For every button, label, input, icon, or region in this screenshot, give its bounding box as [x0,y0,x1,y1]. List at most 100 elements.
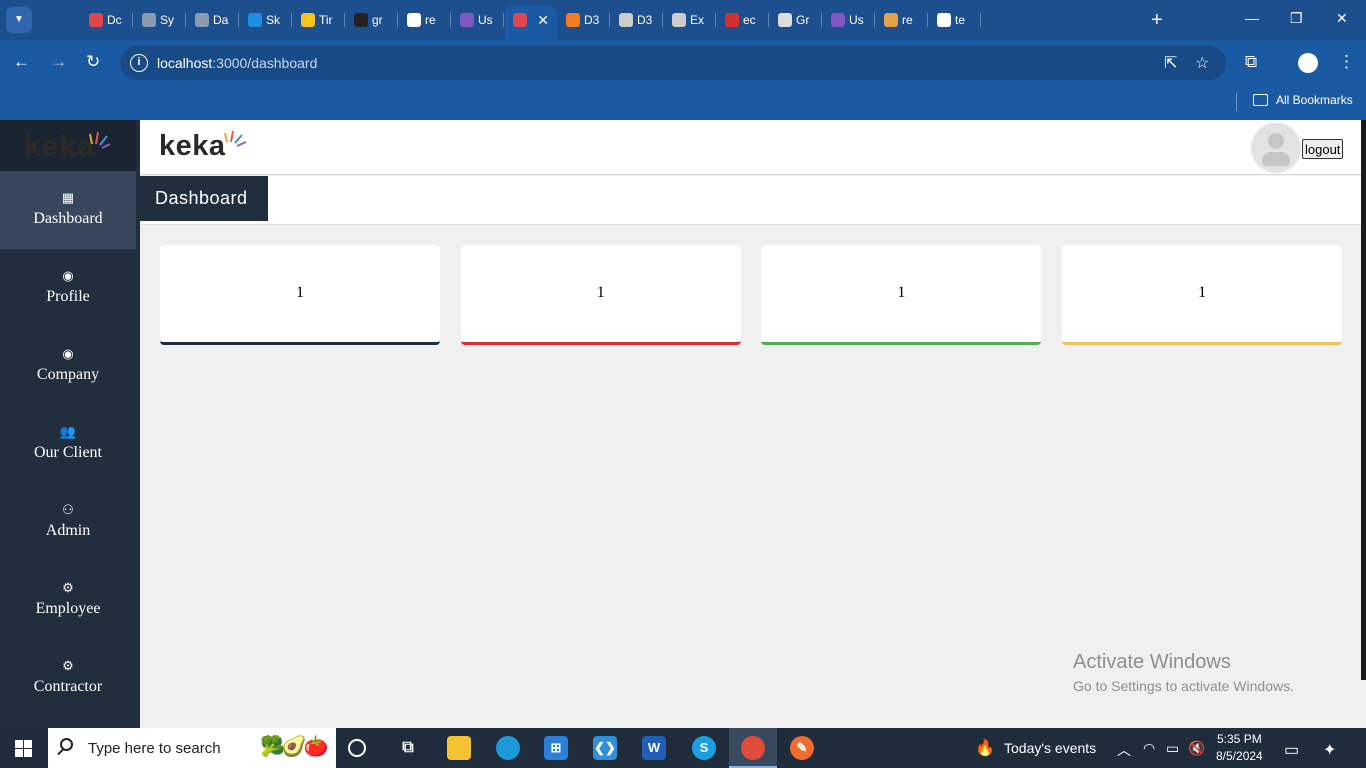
browser-tab[interactable]: re [399,6,451,34]
close-tab-icon[interactable]: ✕ [537,6,549,34]
browser-tab[interactable]: Tir [293,6,345,34]
browser-tab[interactable]: Us [452,6,504,34]
browser-tab-bar: ▼ Dc Sy Da Sk Tir gr re Us ✕ D3 D3 Ex ec Gr Us re te + —… [0,0,1366,40]
chrome-icon[interactable] [741,736,765,760]
open-in-app-icon[interactable]: ⇱ [1164,53,1177,73]
tab-separator [821,13,822,27]
clock-date: 8/5/2024 [1216,749,1263,763]
sidebar-item-label: Company [36,366,100,383]
tab-separator [503,13,504,27]
tab-separator [397,13,398,27]
extensions-icon[interactable]: ⧉ [1245,52,1257,72]
browser-tab[interactable]: D3 [611,6,663,34]
tab-search-button[interactable]: ▼ [6,7,32,33]
file-explorer-icon[interactable] [447,736,471,760]
tab-title: Us [849,13,864,27]
bookmarks-divider [1236,93,1237,111]
sidebar-item-label: Our Client [34,444,102,461]
tab-favicon-icon [248,13,262,27]
browser-tab[interactable]: ✕ [505,6,557,40]
browser-tab[interactable]: D3 [558,6,610,34]
sidebar-item-our-client[interactable]: 👥 Our Client [0,405,136,483]
task-view-icon[interactable]: ⧉ [396,736,420,760]
tab-separator [874,13,875,27]
reload-icon[interactable]: ↻ [86,52,100,72]
todays-events[interactable]: Today's events [1004,740,1096,756]
new-tab-button[interactable]: + [1151,8,1163,32]
tab-separator [132,13,133,27]
edge-icon[interactable] [496,736,520,760]
word-icon[interactable]: W [642,736,666,760]
browser-tab[interactable]: Dc [81,6,133,34]
tab-separator [715,13,716,27]
url-text[interactable]: localhost:3000/dashboard [157,55,317,71]
notifications-icon[interactable]: ▭ [1284,740,1299,760]
copilot-icon[interactable]: ✦ [1323,740,1336,760]
cortana-icon[interactable] [348,739,366,757]
address-bar[interactable]: i localhost:3000/dashboard ⇱ ☆ [120,46,1226,80]
battery-icon[interactable]: ▭ [1166,740,1179,757]
taskbar-search-box[interactable]: Type here to search 🥦🥑🍅 [48,728,336,768]
browser-tab[interactable]: Gr [770,6,822,34]
network-icon[interactable]: ◠ [1143,740,1155,757]
search-placeholder: Type here to search [88,740,221,757]
gear-icon: ⚙ [62,658,74,673]
browser-tab[interactable]: gr [346,6,398,34]
sidebar-item-dashboard[interactable]: ▦ Dashboard [0,171,136,249]
close-window-button[interactable]: ✕ [1336,10,1348,27]
profile-avatar-icon[interactable] [1298,53,1318,73]
logout-button[interactable]: logout [1302,139,1344,159]
header-logo[interactable]: keka [159,130,226,163]
gear-icon: ⚙ [62,580,74,595]
events-flame-icon[interactable]: 🔥 [975,738,995,758]
browser-menu-icon[interactable]: ⋮ [1338,52,1355,72]
restore-button[interactable]: ❐ [1290,10,1303,27]
page-title: Dashboard [140,176,268,221]
user-avatar[interactable] [1251,123,1301,173]
browser-tab[interactable]: te [929,6,981,34]
tab-separator [662,13,663,27]
browser-tab[interactable]: Da [187,6,239,34]
tab-favicon-icon [884,13,898,27]
taskbar-clock[interactable]: 5:35 PM 8/5/2024 [1216,731,1263,765]
windows-start-icon[interactable] [15,740,32,757]
volume-muted-icon[interactable]: 🔇 [1188,740,1205,757]
forward-arrow-icon[interactable]: → [50,52,67,72]
vscode-icon[interactable]: ❮❯ [593,736,617,760]
sidebar-item-employee[interactable]: ⚙ Employee [0,561,136,639]
avatar-body [1262,152,1290,166]
skype-icon[interactable]: S [692,736,716,760]
browser-tab[interactable]: ec [717,6,769,34]
tray-chevron-icon[interactable]: ︿ [1117,740,1131,760]
postman-icon[interactable]: ✎ [790,736,814,760]
site-info-icon[interactable]: i [130,54,148,72]
browser-tab[interactable]: re [876,6,928,34]
browser-tab[interactable]: Ex [664,6,716,34]
browser-tab[interactable]: Us [823,6,875,34]
sidebar-item-company[interactable]: ◉ Company [0,327,136,405]
folder-icon[interactable] [1253,94,1268,106]
tab-title: Dc [107,13,122,27]
tab-favicon-icon [513,13,527,27]
avatar-head [1268,133,1284,149]
all-bookmarks-link[interactable]: All Bookmarks [1276,93,1353,107]
store-icon[interactable]: ⊞ [544,736,568,760]
browser-tab[interactable]: Sk [240,6,292,34]
tab-title: Sk [266,13,281,27]
page-title-bar: Dashboard [140,176,1361,225]
watermark-title: Activate Windows [1073,651,1231,673]
sidebar-item-profile[interactable]: ◉ Profile [0,249,136,327]
sidebar-item-admin[interactable]: ⚇ Admin [0,483,136,561]
bookmark-star-icon[interactable]: ☆ [1195,53,1209,73]
logo-sparkle-icon [224,130,247,147]
back-arrow-icon[interactable]: ← [13,52,30,72]
browser-tab[interactable]: Sy [134,6,186,34]
user-circle-icon: ◉ [62,346,74,361]
minimize-button[interactable]: — [1245,10,1259,26]
sidebar-item-contractor[interactable]: ⚙ Contractor [0,639,136,717]
activate-windows-watermark: Activate Windows Go to Settings to activ… [1073,651,1294,694]
tab-favicon-icon [195,13,209,27]
user-gear-icon: ⚇ [62,502,74,517]
tab-favicon-icon [619,13,633,27]
sidebar-logo[interactable]: keka [0,120,136,171]
